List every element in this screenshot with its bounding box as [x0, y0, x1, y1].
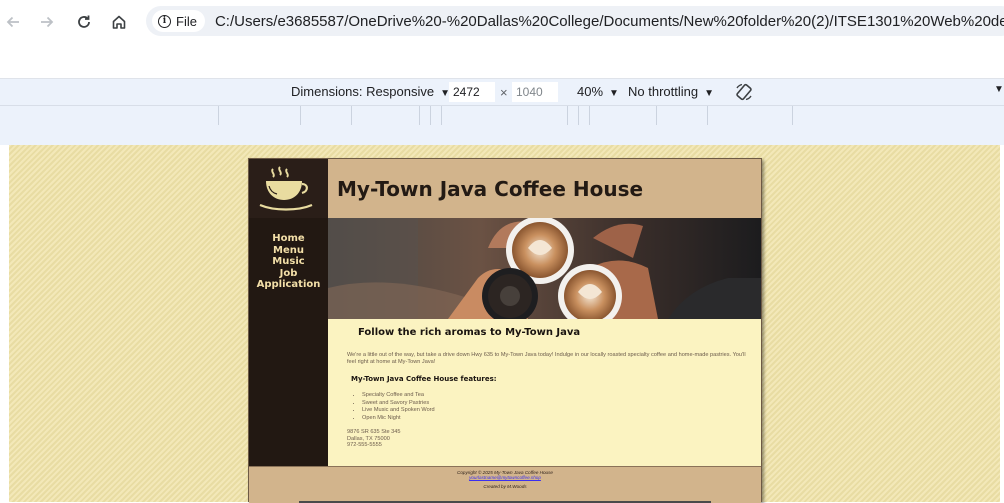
caret-down-icon: ▼ [609, 88, 619, 99]
media-query-ruler[interactable] [0, 105, 1004, 126]
website-frame: My-Town Java Coffee House Home Menu Musi… [248, 158, 762, 503]
nav-link-application[interactable]: Application [249, 279, 328, 291]
intro-paragraph: We're a little out of the way, but take … [347, 352, 746, 365]
times-symbol: × [500, 85, 508, 100]
device-toolbar: Dimensions: Responsive ▼ 2472 × 1040 40% ▼… [0, 78, 1004, 105]
security-chip-label: File [176, 13, 197, 29]
site-info-chip[interactable]: i File [152, 10, 205, 32]
address-block: 9876 SR 635 Ste 345 Dallas, TX 75000 972… [347, 429, 749, 449]
dimensions-dropdown[interactable]: Dimensions: Responsive ▼ [291, 84, 450, 99]
features-list: Specialty Coffee and Tea Sweet and Savor… [362, 392, 749, 422]
rotate-device-icon[interactable] [734, 82, 754, 105]
list-item: Specialty Coffee and Tea [362, 392, 749, 400]
back-arrow-icon[interactable] [0, 9, 26, 35]
home-icon[interactable] [106, 9, 132, 35]
nav-link-job[interactable]: Job [249, 268, 328, 280]
credit-text: Created by M.Woods [483, 484, 527, 490]
more-options-icon[interactable]: ▼ [994, 84, 1004, 95]
phone-number: 972-555-5555 [347, 442, 382, 448]
nav-link-menu[interactable]: Menu [249, 245, 328, 257]
width-input[interactable]: 2472 [449, 82, 495, 102]
email-link[interactable]: yourlastname@mytowncoffee.shop [469, 475, 541, 480]
throttling-dropdown[interactable]: No throttling ▼ [628, 84, 714, 99]
toolbar-spacer [0, 125, 1004, 145]
main-content: Follow the rich aromas to My-Town Java W… [328, 319, 761, 466]
address-bar[interactable]: i File C:/Users/e3685587/OneDrive%20-%20… [146, 6, 1004, 36]
site-footer: Copyright © 2025 My-Town Java Coffee Hou… [249, 466, 761, 503]
site-header: My-Town Java Coffee House [249, 159, 761, 218]
list-item: Live Music and Spoken Word [362, 407, 749, 415]
url-text[interactable]: C:/Users/e3685587/OneDrive%20-%20Dallas%… [215, 13, 1004, 30]
features-heading: My-Town Java Coffee House features: [351, 375, 497, 383]
site-nav: Home Menu Music Job Application [249, 218, 328, 466]
zoom-label: 40% [577, 84, 604, 99]
info-icon: i [158, 14, 171, 28]
nav-link-home[interactable]: Home [249, 233, 328, 245]
caret-down-icon: ▼ [704, 88, 714, 99]
forward-arrow-icon[interactable] [34, 9, 60, 35]
dimensions-label: Dimensions: Responsive [291, 84, 435, 99]
reload-icon[interactable] [71, 9, 97, 35]
device-viewport: My-Town Java Coffee House Home Menu Musi… [9, 145, 1000, 503]
site-title: My-Town Java Coffee House [337, 177, 644, 201]
height-input[interactable]: 1040 [512, 82, 558, 102]
list-item: Sweet and Savory Pastries [362, 400, 749, 408]
hero-coffee-image [328, 218, 761, 319]
list-item: Open Mic Night [362, 415, 749, 423]
content-heading: Follow the rich aromas to My-Town Java [358, 327, 581, 338]
nav-link-music[interactable]: Music [249, 256, 328, 268]
throttling-label: No throttling [628, 84, 699, 99]
browser-toolbar: i File C:/Users/e3685587/OneDrive%20-%20… [0, 0, 1004, 78]
coffee-cup-logo-icon [249, 159, 328, 218]
zoom-dropdown[interactable]: 40% ▼ [577, 84, 619, 99]
